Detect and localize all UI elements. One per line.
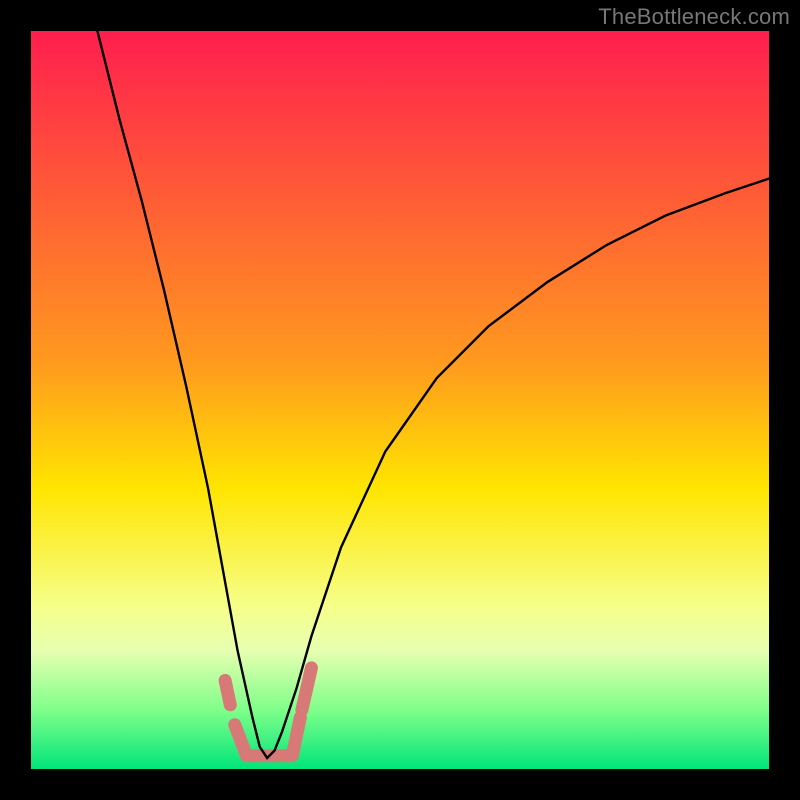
chart-frame: TheBottleneck.com (0, 0, 800, 800)
plot-area (31, 31, 769, 769)
bottleneck-curve-chart (31, 31, 769, 769)
gradient-background (31, 31, 769, 769)
highlight-segment (292, 717, 300, 755)
highlight-segment (225, 680, 230, 704)
watermark-text: TheBottleneck.com (598, 4, 790, 30)
